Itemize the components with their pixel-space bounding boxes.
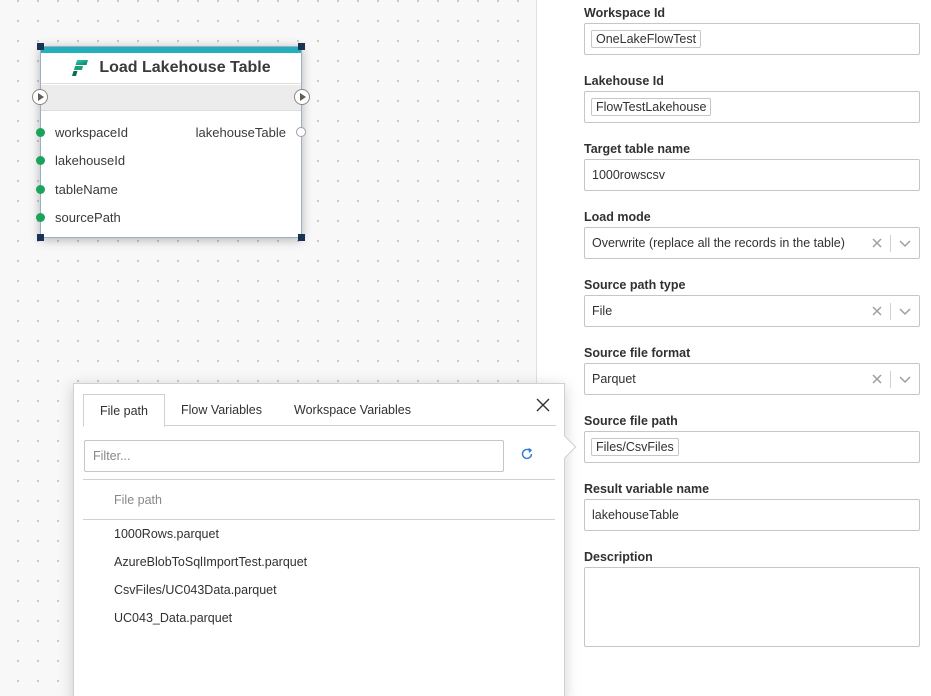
field-description: Description xyxy=(584,549,920,647)
resize-handle-bottom-left[interactable] xyxy=(37,234,44,241)
field-workspace-id: Workspace Id OneLakeFlowTest xyxy=(584,5,920,55)
source-file-format-dropdown[interactable]: Parquet xyxy=(584,363,920,395)
source-file-path-input[interactable]: Files/CsvFiles xyxy=(584,431,920,463)
lakehouse-id-input[interactable]: FlowTestLakehouse xyxy=(584,91,920,123)
refresh-icon xyxy=(521,448,533,460)
resize-handle-top-right[interactable] xyxy=(298,43,305,50)
selected-value: Parquet xyxy=(592,372,636,386)
input-value: lakehouseTable xyxy=(592,508,679,522)
close-button[interactable] xyxy=(534,396,552,414)
list-item[interactable]: AzureBlobToSqlImportTest.parquet xyxy=(74,548,564,576)
list-item[interactable]: 1000Rows.parquet xyxy=(74,520,564,548)
input-port-sourcepath[interactable] xyxy=(36,212,45,222)
input-label: lakehouseId xyxy=(55,152,126,168)
tab-flow-variables[interactable]: Flow Variables xyxy=(165,394,278,426)
input-value: 1000rowscsv xyxy=(592,168,665,182)
clear-icon[interactable] xyxy=(871,373,883,385)
flow-output-port[interactable] xyxy=(294,89,310,105)
field-load-mode: Load mode Overwrite (replace all the rec… xyxy=(584,209,920,259)
resize-handle-top-left[interactable] xyxy=(37,43,44,50)
node-flow-row xyxy=(41,85,301,111)
input-port-tablename[interactable] xyxy=(36,184,45,194)
flow-input-port[interactable] xyxy=(32,89,48,105)
tab-file-path[interactable]: File path xyxy=(83,394,165,427)
resize-handle-bottom-right[interactable] xyxy=(298,234,305,241)
list-item[interactable]: CsvFiles/UC043Data.parquet xyxy=(74,576,564,604)
dropdown-separator xyxy=(890,303,891,320)
load-lakehouse-table-node[interactable]: Load Lakehouse Table workspaceId lakehou… xyxy=(32,43,310,241)
field-label: Result variable name xyxy=(584,482,710,496)
tab-workspace-variables[interactable]: Workspace Variables xyxy=(278,394,427,426)
input-port-lakehouseid[interactable] xyxy=(36,155,45,165)
field-label: Target table name xyxy=(584,142,691,156)
node-title: Load Lakehouse Table xyxy=(99,59,271,76)
refresh-button[interactable] xyxy=(520,447,536,463)
target-table-name-input[interactable]: 1000rowscsv xyxy=(584,159,920,191)
flow-canvas[interactable]: Load Lakehouse Table workspaceId lakehou… xyxy=(0,0,577,696)
clear-icon[interactable] xyxy=(871,305,883,317)
node-param-row: lakehouseId xyxy=(36,146,301,174)
file-list: 1000Rows.parquet AzureBlobToSqlImportTes… xyxy=(74,520,564,632)
field-label: Source file path xyxy=(584,414,678,428)
description-textarea[interactable] xyxy=(584,567,920,647)
column-header-file-path[interactable]: File path xyxy=(114,493,162,507)
popup-caret xyxy=(553,435,577,459)
node-param-row: sourcePath xyxy=(36,203,301,231)
field-label: Lakehouse Id xyxy=(584,74,664,88)
popup-tabs: File path Flow Variables Workspace Varia… xyxy=(83,394,556,427)
input-label: tableName xyxy=(55,181,118,197)
output-port-lakehousetable[interactable] xyxy=(296,127,306,137)
input-port-workspaceid[interactable] xyxy=(36,127,45,137)
dropdown-separator xyxy=(890,371,891,388)
fabric-logo-icon xyxy=(72,60,89,76)
field-label: Workspace Id xyxy=(584,6,666,20)
workspace-id-input[interactable]: OneLakeFlowTest xyxy=(584,23,920,55)
output-label: lakehouseTable xyxy=(195,124,286,140)
dropdown-separator xyxy=(890,235,891,252)
close-icon xyxy=(536,398,550,412)
field-source-file-format: Source file format Parquet xyxy=(584,345,920,395)
value-chip: FlowTestLakehouse xyxy=(591,98,712,116)
value-chip: OneLakeFlowTest xyxy=(591,30,702,48)
node-header: Load Lakehouse Table xyxy=(41,53,301,84)
field-label: Load mode xyxy=(584,210,651,224)
field-label: Source file format xyxy=(584,346,691,360)
selected-value: Overwrite (replace all the records in th… xyxy=(592,236,845,250)
node-param-row: workspaceId lakehouseTable xyxy=(36,118,306,146)
file-path-picker-popup: File path Flow Variables Workspace Varia… xyxy=(73,383,577,696)
chevron-down-icon[interactable] xyxy=(899,238,911,248)
chevron-down-icon[interactable] xyxy=(899,374,911,384)
field-label: Source path type xyxy=(584,278,686,292)
clear-icon[interactable] xyxy=(871,237,883,249)
node-param-row: tableName xyxy=(36,175,301,203)
input-label: sourcePath xyxy=(55,209,121,225)
field-result-variable-name: Result variable name lakehouseTable xyxy=(584,481,920,531)
source-path-type-dropdown[interactable]: File xyxy=(584,295,920,327)
field-label: Description xyxy=(584,550,653,564)
result-variable-name-input[interactable]: lakehouseTable xyxy=(584,499,920,531)
divider xyxy=(83,479,555,480)
field-target-table-name: Target table name 1000rowscsv xyxy=(584,141,920,191)
load-mode-dropdown[interactable]: Overwrite (replace all the records in th… xyxy=(584,227,920,259)
filter-input[interactable] xyxy=(84,440,504,472)
chevron-down-icon[interactable] xyxy=(899,306,911,316)
field-lakehouse-id: Lakehouse Id FlowTestLakehouse xyxy=(584,73,920,123)
input-label: workspaceId xyxy=(55,124,128,140)
list-item[interactable]: UC043_Data.parquet xyxy=(74,604,564,632)
field-source-file-path: Source file path Files/CsvFiles xyxy=(584,413,920,463)
selected-value: File xyxy=(592,304,613,318)
value-chip: Files/CsvFiles xyxy=(591,438,679,456)
field-source-path-type: Source path type File xyxy=(584,277,920,327)
